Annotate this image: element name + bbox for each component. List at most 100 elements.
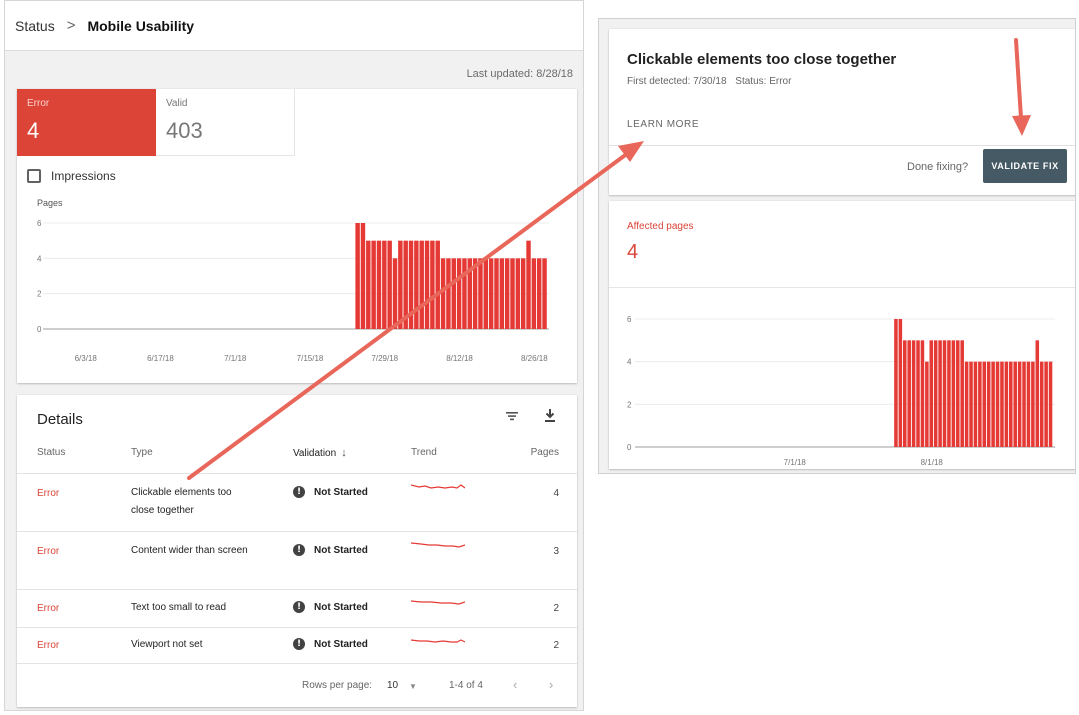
y-tick-label: 4 — [37, 254, 42, 263]
row-validation: ! Not Started — [293, 638, 368, 650]
chart-bar — [903, 340, 907, 447]
row-pages: 2 — [553, 640, 559, 651]
impressions-toggle[interactable]: Impressions — [27, 169, 116, 183]
first-detected: First detected: 7/30/18 — [627, 76, 727, 87]
row-pages: 4 — [553, 488, 559, 499]
chart-bar — [1044, 361, 1048, 447]
chart-bar — [995, 361, 1000, 447]
chart-bar — [1031, 361, 1035, 447]
chart-bar — [956, 340, 960, 447]
table-row[interactable]: Error Clickable elements too close toget… — [17, 473, 577, 531]
valid-tile[interactable]: Valid 403 — [156, 89, 295, 156]
chart-bar — [1013, 361, 1017, 447]
learn-more-link[interactable]: LEARN MORE — [627, 119, 699, 130]
chart-bar — [510, 258, 515, 329]
row-status: Error — [37, 603, 60, 614]
rows-per-page-select[interactable]: 10 — [387, 680, 398, 691]
y-axis-label: Pages — [37, 198, 63, 208]
chart-bar — [456, 258, 462, 329]
chart-bar — [1017, 361, 1022, 447]
column-header-status[interactable]: Status — [37, 447, 65, 458]
x-tick-label: 6/3/18 — [75, 354, 98, 363]
chevron-right-icon[interactable]: › — [549, 677, 553, 692]
caret-down-icon[interactable]: ▼ — [409, 682, 417, 691]
download-icon[interactable] — [543, 407, 557, 423]
row-pages: 3 — [553, 546, 559, 557]
row-validation: ! Not Started — [293, 486, 368, 498]
chart-bar — [960, 340, 964, 447]
last-updated: Last updated: 8/28/18 — [466, 68, 573, 80]
chart-bar — [947, 340, 951, 447]
chart-bar — [472, 258, 478, 329]
validate-fix-button[interactable]: VALIDATE FIX — [983, 149, 1067, 183]
row-type: Clickable elements too close together — [131, 487, 232, 516]
x-tick-label: 8/26/18 — [521, 354, 548, 363]
chart-bar — [911, 340, 916, 447]
x-tick-label: 6/17/18 — [147, 354, 174, 363]
chart-bar — [991, 361, 995, 447]
chart-bar — [419, 240, 424, 329]
chart-bar — [1039, 361, 1044, 447]
y-tick-label: 0 — [37, 325, 42, 334]
y-tick-label: 6 — [627, 315, 632, 324]
table-row[interactable]: Error Content wider than screen ! Not St… — [17, 531, 577, 589]
chart-bar — [462, 258, 467, 329]
table-row[interactable]: Error Viewport not set ! Not Started 2 — [17, 627, 577, 663]
valid-tile-label: Valid — [166, 98, 188, 109]
column-header-trend: Trend — [411, 447, 437, 458]
chart-bar — [1026, 361, 1031, 447]
y-tick-label: 0 — [627, 443, 632, 452]
affected-pages-label: Affected pages — [627, 221, 694, 232]
chart-bar — [925, 361, 929, 447]
row-pages: 2 — [553, 603, 559, 614]
column-header-type[interactable]: Type — [131, 447, 153, 458]
details-card: Details Status Type Validation ↓ Trend P… — [17, 395, 577, 707]
affected-pages-value: 4 — [627, 241, 639, 263]
exclamation-icon: ! — [293, 486, 305, 498]
chart-bar — [414, 240, 419, 329]
x-tick-label: 7/29/18 — [371, 354, 398, 363]
chart-bar — [366, 240, 371, 329]
page-title: Mobile Usability — [87, 17, 195, 34]
chart-bar — [938, 340, 942, 447]
chart-bar — [526, 240, 531, 329]
chart-bar — [440, 258, 446, 329]
row-validation-label: Not Started — [314, 486, 368, 498]
exclamation-icon: ! — [293, 638, 305, 650]
y-tick-label: 2 — [37, 290, 42, 299]
chart-bar — [424, 240, 430, 329]
row-validation: ! Not Started — [293, 544, 368, 556]
trend-sparkline — [411, 600, 465, 605]
table-row[interactable]: Error Text too small to read ! Not Start… — [17, 589, 577, 627]
chevron-left-icon[interactable]: ‹ — [513, 677, 517, 692]
row-status: Error — [37, 488, 60, 499]
chart-bar — [488, 258, 494, 329]
impressions-checkbox[interactable] — [27, 169, 41, 183]
error-tile[interactable]: Error 4 — [17, 89, 156, 156]
error-tile-value: 4 — [27, 118, 40, 143]
chart-bar — [483, 258, 489, 329]
x-tick-label: 7/15/18 — [297, 354, 324, 363]
filter-icon[interactable] — [505, 409, 519, 423]
mobile-usability-panel: Status > Mobile Usability Last updated: … — [4, 0, 584, 711]
column-header-validation[interactable]: Validation ↓ — [293, 447, 347, 459]
chart-bar — [408, 240, 414, 329]
chart-bar — [969, 361, 973, 447]
chart-bar — [542, 258, 547, 329]
issue-status: Status: Error — [735, 76, 792, 87]
breadcrumb-status-link[interactable]: Status — [15, 18, 55, 34]
chart-bar — [451, 258, 456, 329]
row-validation-label: Not Started — [314, 638, 368, 650]
chart-bar — [1009, 361, 1013, 447]
chart-bar — [467, 258, 473, 329]
breadcrumb: Status > Mobile Usability — [5, 1, 583, 51]
x-tick-label: 7/1/18 — [224, 354, 247, 363]
chart-bar — [398, 240, 403, 329]
row-validation-label: Not Started — [314, 601, 368, 613]
trend-sparkline — [411, 542, 465, 548]
column-header-pages[interactable]: Pages — [531, 447, 559, 458]
trend-sparkline — [411, 484, 465, 489]
chart-bar — [355, 223, 360, 329]
chart-bar — [376, 240, 382, 329]
issue-detail-panel: Clickable elements too close together Fi… — [598, 18, 1076, 474]
